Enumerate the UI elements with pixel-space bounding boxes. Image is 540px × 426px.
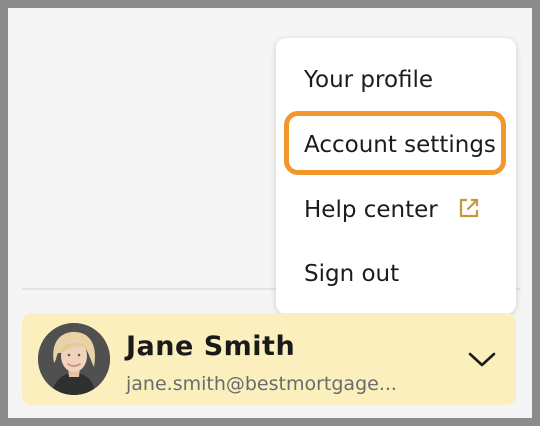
menu-item-sign-out[interactable]: Sign out bbox=[304, 254, 399, 294]
menu-item-your-profile[interactable]: Your profile bbox=[304, 60, 433, 100]
user-name: Jane Smith bbox=[126, 331, 296, 362]
menu-item-account-settings[interactable]: Account settings bbox=[304, 125, 496, 165]
menu-item-label: Your profile bbox=[304, 67, 434, 93]
user-email: jane.smith@bestmortgage... bbox=[126, 373, 397, 395]
menu-item-label: Help center bbox=[304, 197, 438, 223]
user-photo bbox=[38, 323, 110, 395]
chevron-down-icon[interactable] bbox=[467, 351, 497, 369]
user-profile-button[interactable]: Jane Smith jane.smith@bestmortgage... bbox=[22, 313, 516, 405]
avatar bbox=[38, 323, 110, 395]
menu-item-label: Sign out bbox=[304, 261, 400, 287]
account-menu: Your profile Account settings Help cente… bbox=[276, 38, 516, 314]
external-link-icon bbox=[459, 198, 479, 218]
app-panel: Your profile Account settings Help cente… bbox=[8, 8, 532, 418]
menu-item-help-center[interactable]: Help center bbox=[304, 190, 481, 230]
menu-item-label: Account settings bbox=[304, 132, 496, 158]
